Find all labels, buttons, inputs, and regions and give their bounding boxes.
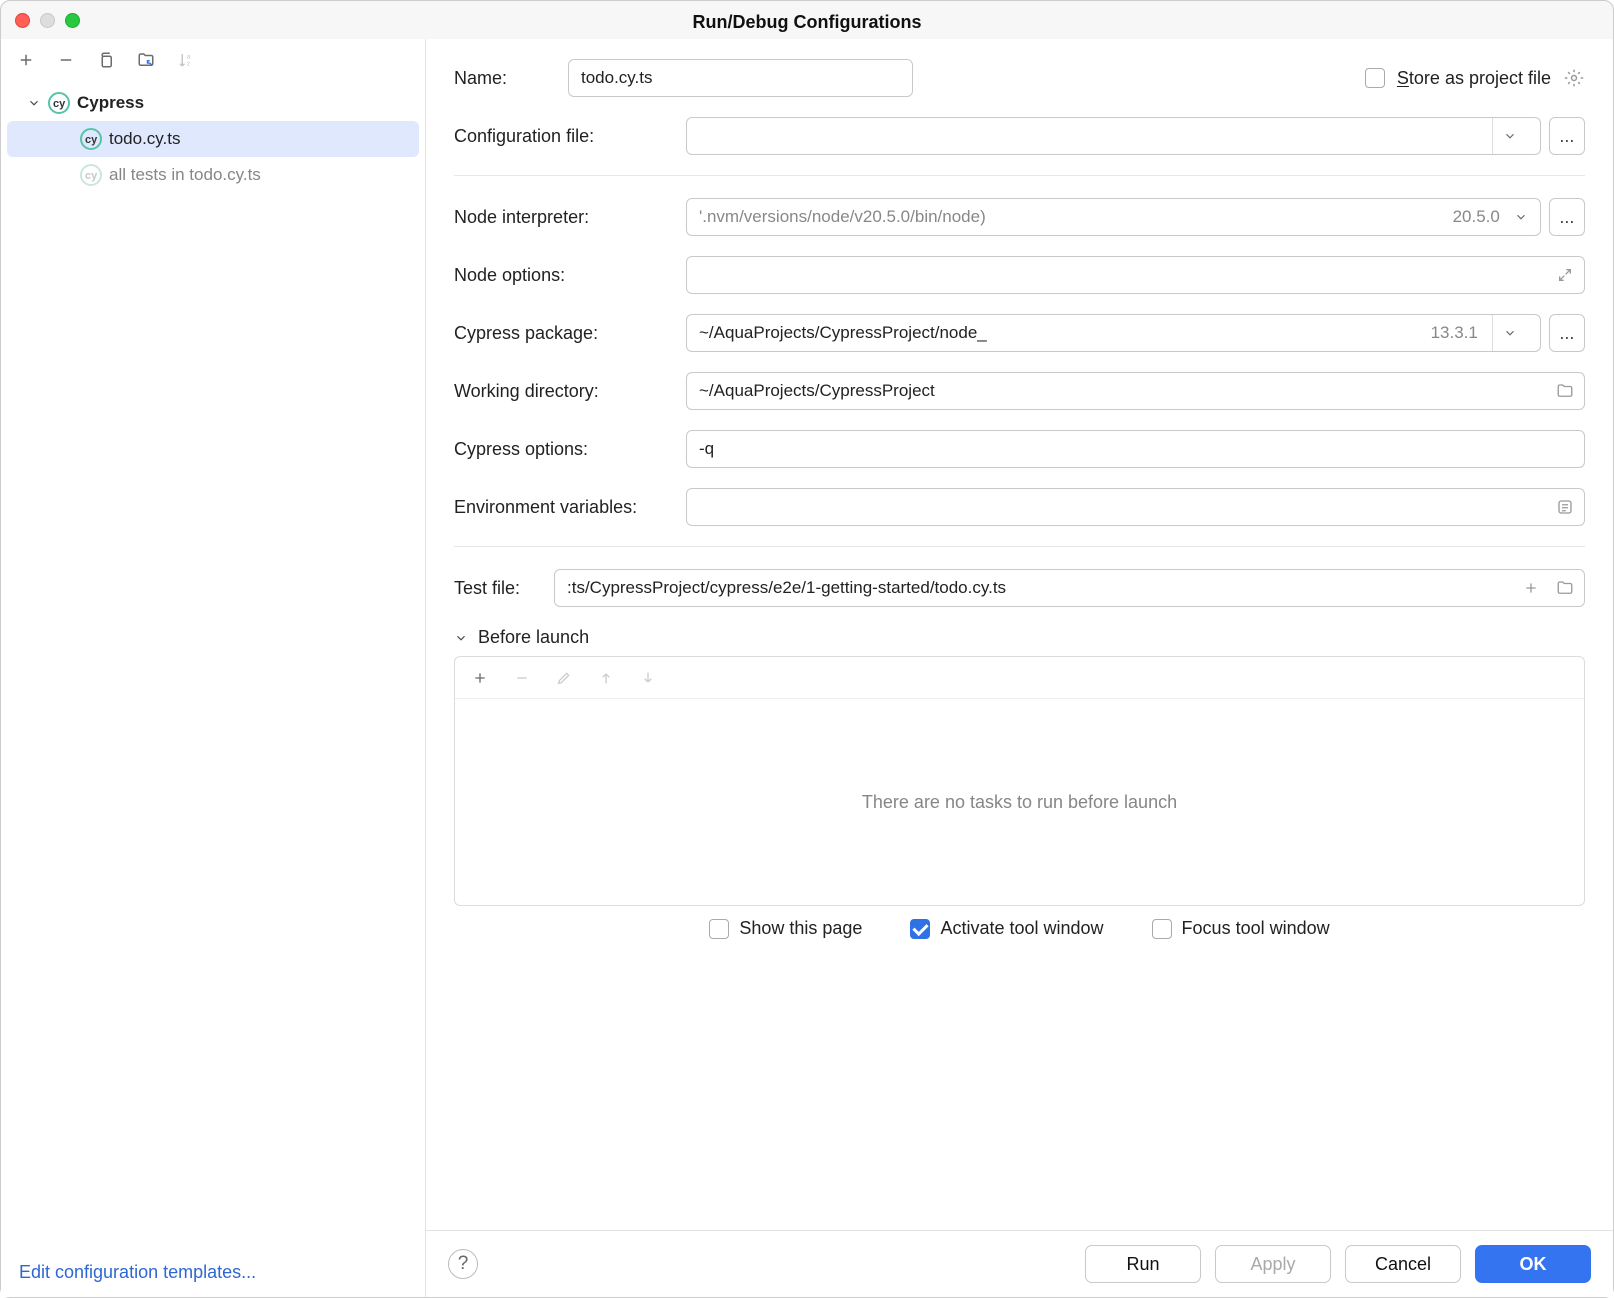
store-as-project-file-checkbox[interactable]: [1365, 68, 1385, 88]
cypress-package-label: Cypress package:: [454, 323, 686, 344]
cancel-button[interactable]: Cancel: [1345, 1245, 1461, 1283]
svg-text:a: a: [187, 54, 191, 61]
tree-item-all-tests[interactable]: cy all tests in todo.cy.ts: [7, 157, 419, 193]
env-vars-input[interactable]: [686, 488, 1585, 526]
window-minimize-button: [40, 13, 55, 28]
save-to-folder-icon[interactable]: [135, 49, 157, 71]
focus-tool-window-checkbox[interactable]: [1152, 919, 1172, 939]
titlebar: Run/Debug Configurations: [1, 1, 1613, 39]
remove-config-icon[interactable]: [55, 49, 77, 71]
window-zoom-button[interactable]: [65, 13, 80, 28]
activate-tool-window-checkbox[interactable]: [910, 919, 930, 939]
store-as-project-file-label: SStore as project filetore as project fi…: [1397, 68, 1551, 89]
config-file-select[interactable]: [686, 117, 1541, 155]
cypress-package-browse-button[interactable]: ...: [1549, 314, 1585, 352]
node-interpreter-label: Node interpreter:: [454, 207, 686, 228]
tree-group-cypress[interactable]: cy Cypress: [7, 85, 419, 121]
run-button[interactable]: Run: [1085, 1245, 1201, 1283]
node-options-label: Node options:: [454, 265, 686, 286]
group-label: Cypress: [77, 93, 144, 113]
window-close-button[interactable]: [15, 13, 30, 28]
show-this-page-label: Show this page: [739, 918, 862, 939]
test-file-label: Test file:: [454, 578, 554, 599]
gear-icon[interactable]: [1563, 67, 1585, 89]
node-interpreter-value: '.nvm/versions/node/v20.5.0/bin/node): [699, 207, 986, 227]
env-vars-label: Environment variables:: [454, 497, 686, 518]
config-file-browse-button[interactable]: ...: [1549, 117, 1585, 155]
chevron-down-icon: [1492, 315, 1528, 351]
before-launch-header[interactable]: Before launch: [454, 627, 1585, 648]
svg-text:z: z: [187, 60, 191, 67]
add-config-icon[interactable]: [15, 49, 37, 71]
name-input[interactable]: [568, 59, 913, 97]
sidebar-toolbar: az: [1, 39, 425, 81]
svg-text:cy: cy: [85, 170, 98, 182]
node-interpreter-select[interactable]: '.nvm/versions/node/v20.5.0/bin/node) 20…: [686, 198, 1541, 236]
cypress-options-label: Cypress options:: [454, 439, 686, 460]
copy-config-icon[interactable]: [95, 49, 117, 71]
config-tree: cy Cypress cy todo.cy.ts cy all tests in…: [1, 81, 425, 1248]
task-edit-icon: [553, 667, 575, 689]
focus-tool-window-label: Focus tool window: [1182, 918, 1330, 939]
list-icon[interactable]: [1555, 497, 1575, 517]
plus-icon[interactable]: [1521, 578, 1541, 598]
node-interpreter-browse-button[interactable]: ...: [1549, 198, 1585, 236]
window-title: Run/Debug Configurations: [15, 8, 1599, 33]
task-down-icon: [637, 667, 659, 689]
cypress-version-label: 13.3.1: [1431, 323, 1482, 343]
config-file-label: Configuration file:: [454, 126, 686, 147]
show-this-page-checkbox[interactable]: [709, 919, 729, 939]
sort-icon[interactable]: az: [175, 49, 197, 71]
expand-icon[interactable]: [1555, 265, 1575, 285]
working-dir-input[interactable]: [686, 372, 1585, 410]
task-up-icon: [595, 667, 617, 689]
chevron-down-icon: [1492, 118, 1528, 154]
activate-tool-window-label: Activate tool window: [940, 918, 1103, 939]
tasks-empty-text: There are no tasks to run before launch: [862, 792, 1177, 813]
cypress-package-select[interactable]: ~/AquaProjects/CypressProject/node_ 13.3…: [686, 314, 1541, 352]
chevron-down-icon: [1514, 210, 1528, 224]
task-remove-icon: [511, 667, 533, 689]
chevron-down-icon: [454, 631, 468, 645]
tree-item-todo[interactable]: cy todo.cy.ts: [7, 121, 419, 157]
cypress-options-input[interactable]: [686, 430, 1585, 468]
working-dir-label: Working directory:: [454, 381, 686, 402]
apply-button: Apply: [1215, 1245, 1331, 1283]
svg-text:cy: cy: [85, 134, 98, 146]
test-file-input[interactable]: [554, 569, 1585, 607]
folder-icon[interactable]: [1555, 578, 1575, 598]
help-button[interactable]: ?: [448, 1249, 478, 1279]
svg-text:cy: cy: [53, 98, 66, 110]
before-launch-panel: There are no tasks to run before launch: [454, 656, 1585, 906]
name-label: Name:: [454, 68, 544, 89]
node-options-input[interactable]: [686, 256, 1585, 294]
tree-item-label: todo.cy.ts: [109, 129, 181, 149]
ok-button[interactable]: OK: [1475, 1245, 1591, 1283]
tree-item-label: all tests in todo.cy.ts: [109, 165, 261, 185]
edit-templates-link[interactable]: Edit configuration templates...: [19, 1262, 256, 1282]
node-version-label: 20.5.0: [1453, 207, 1504, 227]
folder-icon[interactable]: [1555, 381, 1575, 401]
task-add-icon[interactable]: [469, 667, 491, 689]
cypress-package-value: ~/AquaProjects/CypressProject/node_: [699, 323, 987, 343]
